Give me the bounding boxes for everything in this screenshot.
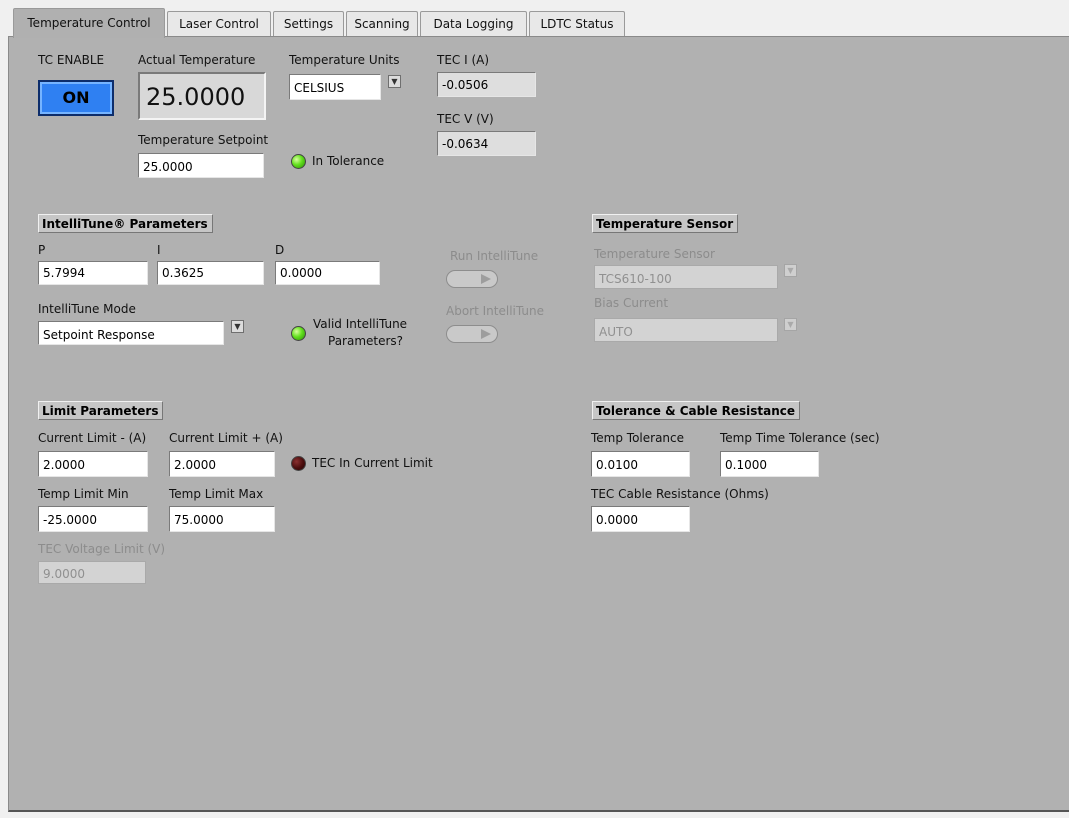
bias-current-dropdown-icon[interactable]: ▼ — [784, 318, 797, 331]
actual-temperature-label: Actual Temperature — [138, 53, 256, 67]
temp-limit-max-input[interactable]: 75.0000 — [169, 506, 275, 532]
tec-in-current-limit-label: TEC In Current Limit — [312, 456, 433, 470]
tec-cable-resistance-label: TEC Cable Resistance (Ohms) — [591, 487, 769, 501]
intellitune-mode-label: IntelliTune Mode — [38, 302, 136, 316]
run-intellitune-toggle[interactable] — [446, 270, 498, 288]
bias-current-select[interactable]: AUTO — [594, 318, 778, 342]
intellitune-mode-dropdown-icon[interactable]: ▼ — [231, 320, 244, 333]
temp-limit-min-input[interactable]: -25.0000 — [38, 506, 148, 532]
tolerance-section-header: Tolerance & Cable Resistance — [592, 401, 801, 420]
i-label: I — [157, 243, 161, 257]
tab-ldtc-status[interactable]: LDTC Status — [529, 11, 625, 36]
p-input[interactable]: 5.7994 — [38, 261, 148, 285]
limit-parameters-section-header: Limit Parameters — [38, 401, 164, 420]
temperature-sensor-select[interactable]: TCS610-100 — [594, 265, 778, 289]
valid-intellitune-label-line1: Valid IntelliTune — [313, 317, 408, 331]
current-limit-pos-input[interactable]: 2.0000 — [169, 451, 275, 477]
temperature-setpoint-label: Temperature Setpoint — [138, 133, 269, 147]
temp-tolerance-label: Temp Tolerance — [591, 431, 685, 445]
temp-time-tolerance-label: Temp Time Tolerance (sec) — [720, 431, 880, 445]
bias-current-label: Bias Current — [594, 296, 669, 310]
abort-intellitune-label: Abort IntelliTune — [446, 304, 544, 318]
temp-limit-max-label: Temp Limit Max — [169, 487, 264, 501]
tec-v-display: -0.0634 — [437, 131, 536, 156]
temp-time-tolerance-input[interactable]: 0.1000 — [720, 451, 819, 477]
valid-intellitune-led — [291, 326, 306, 341]
intellitune-section-header: IntelliTune® Parameters — [38, 214, 213, 233]
p-label: P — [38, 243, 46, 257]
tab-bar: Laser Control Settings Scanning Data Log… — [0, 0, 1069, 40]
temperature-units-dropdown-icon[interactable]: ▼ — [388, 75, 401, 88]
valid-intellitune-label-line2: Parameters? — [328, 334, 404, 348]
abort-intellitune-toggle[interactable] — [446, 325, 498, 343]
tec-cable-resistance-input[interactable]: 0.0000 — [591, 506, 690, 532]
i-input[interactable]: 0.3625 — [157, 261, 264, 285]
run-intellitune-label: Run IntelliTune — [450, 249, 539, 263]
tec-in-current-limit-led — [291, 456, 306, 471]
actual-temperature-display: 25.0000 — [138, 72, 266, 120]
in-tolerance-led — [291, 154, 306, 169]
temperature-sensor-section-header: Temperature Sensor — [592, 214, 739, 233]
in-tolerance-label: In Tolerance — [312, 154, 385, 168]
tab-temperature-control[interactable]: Temperature Control — [13, 8, 165, 38]
d-label: D — [275, 243, 285, 257]
d-input[interactable]: 0.0000 — [275, 261, 380, 285]
temperature-setpoint-input[interactable]: 25.0000 — [138, 153, 264, 178]
tec-v-label: TEC V (V) — [437, 112, 494, 126]
tec-voltage-limit-input[interactable]: 9.0000 — [38, 561, 146, 584]
tec-i-display: -0.0506 — [437, 72, 536, 97]
tab-settings[interactable]: Settings — [273, 11, 344, 36]
temperature-sensor-dropdown-icon[interactable]: ▼ — [784, 264, 797, 277]
temp-limit-min-label: Temp Limit Min — [38, 487, 129, 501]
tab-scanning[interactable]: Scanning — [346, 11, 418, 36]
tec-voltage-limit-label: TEC Voltage Limit (V) — [38, 542, 166, 556]
temperature-units-label: Temperature Units — [289, 53, 400, 67]
tc-enable-label: TC ENABLE — [38, 53, 105, 67]
tc-enable-button[interactable]: ON — [38, 80, 114, 116]
tab-laser-control[interactable]: Laser Control — [167, 11, 271, 36]
temp-tolerance-input[interactable]: 0.0100 — [591, 451, 690, 477]
temperature-sensor-label: Temperature Sensor — [594, 247, 715, 261]
current-limit-neg-input[interactable]: 2.0000 — [38, 451, 148, 477]
current-limit-neg-label: Current Limit - (A) — [38, 431, 147, 445]
current-limit-pos-label: Current Limit + (A) — [169, 431, 283, 445]
intellitune-mode-select[interactable]: Setpoint Response — [38, 321, 224, 345]
tec-i-label: TEC I (A) — [437, 53, 490, 67]
tab-data-logging[interactable]: Data Logging — [420, 11, 527, 36]
temperature-units-select[interactable]: CELSIUS — [289, 74, 381, 100]
